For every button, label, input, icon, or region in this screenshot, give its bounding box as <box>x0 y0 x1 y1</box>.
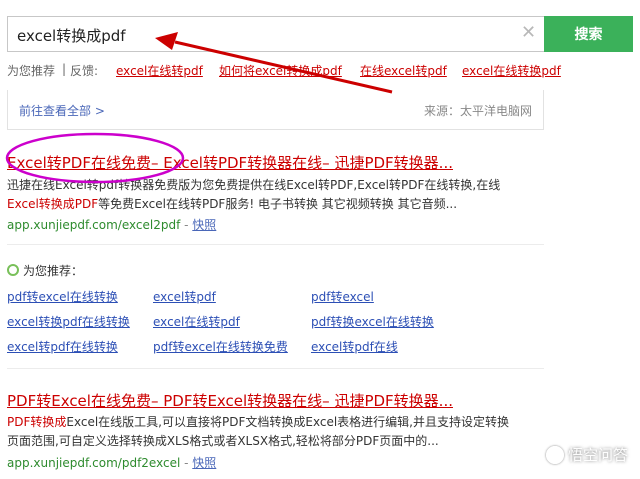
arrow-head-icon <box>155 32 178 50</box>
highlight-ellipse <box>5 132 185 184</box>
watermark-text: 悟空问答 <box>567 446 628 464</box>
watermark: 悟空问答 <box>545 444 628 465</box>
wukong-logo-icon <box>545 445 564 464</box>
annotation-overlay <box>5 32 393 184</box>
arrow-icon <box>174 40 393 94</box>
